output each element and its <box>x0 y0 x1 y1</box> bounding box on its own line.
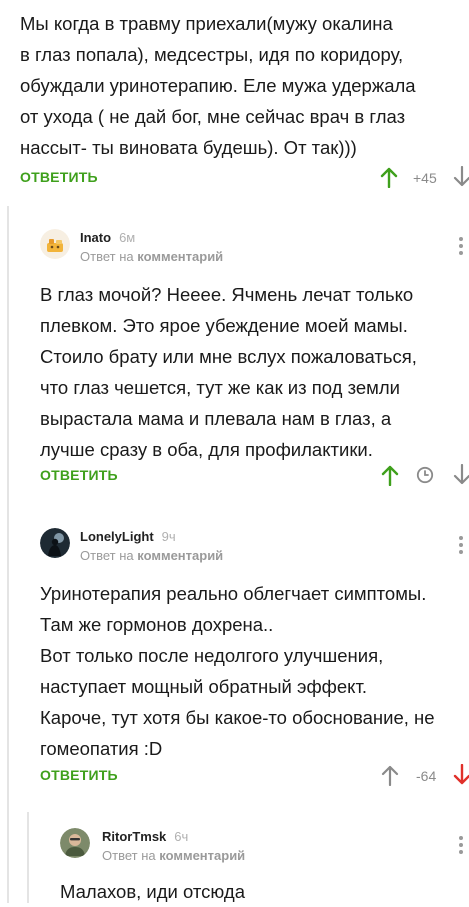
text-line: в глаз попала), медсестры, идя по коридо… <box>20 44 404 65</box>
comment-text: В глаз мочой? Нееее. Ячмень лечат только… <box>40 279 465 465</box>
text-line: лучше сразу в оба, для профилактики. <box>40 439 373 460</box>
text-line: вырастала мама и плевала нам в глаз, а <box>40 408 392 429</box>
comment-header: Inato 6м Ответ на комментарий <box>40 229 223 264</box>
rating-value: -64 <box>416 768 437 784</box>
text-line: Вот только после недолгого улучшения, <box>40 645 384 666</box>
reply-to-line: Ответ на комментарий <box>80 249 223 264</box>
reply-to-line: Ответ на комментарий <box>80 548 223 563</box>
avatar[interactable] <box>40 229 70 259</box>
comment-header: RitorTmsk 6ч Ответ на комментарий <box>60 828 245 863</box>
reply-button[interactable]: ОТВЕТИТЬ <box>40 467 118 483</box>
reply-to-prefix: Ответ на <box>102 848 156 863</box>
avatar[interactable] <box>60 828 90 858</box>
reply-button[interactable]: ОТВЕТИТЬ <box>40 767 118 783</box>
avatar[interactable] <box>40 528 70 558</box>
text-line: что глаз чешется, тут же как из под земл… <box>40 377 401 398</box>
thread-line <box>7 206 9 903</box>
downvote-arrow-icon[interactable] <box>453 764 469 786</box>
text-line: от ухода ( не дай бог, мне сейчас врач в… <box>20 106 406 127</box>
timestamp: 9ч <box>161 529 176 544</box>
text-line: Кароче, тут хотя бы какое-то обоснование… <box>40 707 435 728</box>
reply-to-link[interactable]: комментарий <box>137 548 223 563</box>
text-line: Стоило брату или мне вслух пожаловаться, <box>40 346 417 367</box>
comment-text: Малахов, иди отсюда <box>60 876 465 907</box>
reply-button[interactable]: ОТВЕТИТЬ <box>20 169 98 185</box>
reply-to-prefix: Ответ на <box>80 249 134 264</box>
reply-to-prefix: Ответ на <box>80 548 134 563</box>
more-icon[interactable] <box>459 237 463 258</box>
text-line: В глаз мочой? Нееее. Ячмень лечат только <box>40 284 414 305</box>
text-line: нассыт- ты виновата будешь). От так))) <box>20 137 357 158</box>
more-icon[interactable] <box>459 836 463 857</box>
comment-text: Уринотерапия реально облегчает симптомы.… <box>40 578 469 764</box>
rating-value: +45 <box>413 170 437 186</box>
upvote-arrow-icon[interactable] <box>381 764 399 786</box>
text-line: обуждали уринотерапию. Еле мужа удержала <box>20 75 416 96</box>
text-line: Мы когда в травму приехали(мужу окалина <box>20 13 393 34</box>
upvote-arrow-icon[interactable] <box>380 166 398 188</box>
top-comment-text: Мы когда в травму приехали(мужу окалина … <box>20 8 465 163</box>
downvote-arrow-icon[interactable] <box>453 166 469 188</box>
username[interactable]: Inato <box>80 230 111 245</box>
username[interactable]: RitorTmsk <box>102 829 166 844</box>
upvote-arrow-icon[interactable] <box>381 464 399 486</box>
timestamp: 6м <box>119 230 136 245</box>
reply-to-link[interactable]: комментарий <box>137 249 223 264</box>
text-line: Уринотерапия реально облегчает симптомы. <box>40 583 427 604</box>
text-line: гомеопатия :D <box>40 738 163 759</box>
thread-line <box>27 812 29 903</box>
reply-to-line: Ответ на комментарий <box>102 848 245 863</box>
more-icon[interactable] <box>459 536 463 557</box>
text-line: Малахов, иди отсюда <box>60 881 245 902</box>
timestamp: 6ч <box>174 829 189 844</box>
text-line: Там же гормонов дохрена.. <box>40 614 274 635</box>
text-line: наступает мощный обратный эффект. <box>40 676 368 697</box>
comment-header: LonelyLight 9ч Ответ на комментарий <box>40 528 223 563</box>
clock-icon[interactable] <box>416 466 434 484</box>
text-line: плевком. Это ярое убеждение моей мамы. <box>40 315 408 336</box>
downvote-arrow-icon[interactable] <box>453 464 469 486</box>
username[interactable]: LonelyLight <box>80 529 154 544</box>
reply-to-link[interactable]: комментарий <box>159 848 245 863</box>
